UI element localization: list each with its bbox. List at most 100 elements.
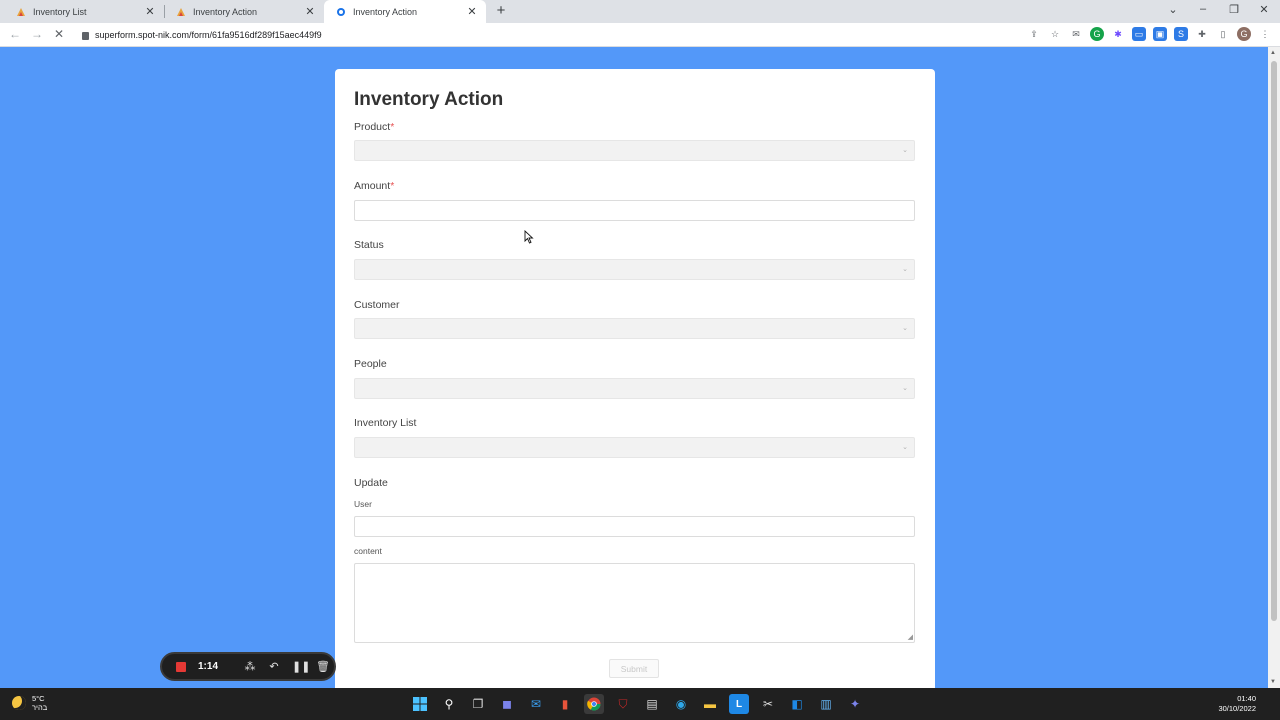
- page-scrollbar[interactable]: ▲ ▼: [1268, 47, 1280, 688]
- stop-recording-icon[interactable]: [176, 661, 186, 672]
- file-explorer-icon[interactable]: ▬: [700, 694, 720, 714]
- update-label: Update: [354, 477, 388, 489]
- tab-inventory-list[interactable]: Inventory List ✕: [4, 0, 164, 23]
- outlook-icon[interactable]: ◧: [787, 694, 807, 714]
- temperature: 5°C: [32, 694, 45, 703]
- clock-time: 01:40: [1237, 694, 1256, 703]
- mouse-cursor-icon: [524, 230, 534, 244]
- tab-inventory-action[interactable]: Inventory Action ✕: [164, 0, 324, 23]
- grid-icon[interactable]: ⁂: [244, 660, 256, 673]
- mail-icon[interactable]: ✉: [1069, 27, 1083, 41]
- people-label: People: [354, 358, 387, 370]
- new-tab-icon[interactable]: +: [492, 2, 510, 19]
- content-textarea[interactable]: ◢: [354, 563, 915, 643]
- star-icon[interactable]: ☆: [1048, 27, 1062, 41]
- chevron-down-icon: ⌄: [902, 266, 908, 273]
- grammarly-icon[interactable]: G: [1090, 27, 1104, 41]
- customer-select[interactable]: ⌄: [354, 318, 915, 339]
- scroll-thumb[interactable]: [1271, 61, 1277, 621]
- undo-icon[interactable]: ↶: [268, 660, 280, 673]
- share-icon[interactable]: ⇪: [1027, 27, 1041, 41]
- l-app-icon[interactable]: L: [729, 694, 749, 714]
- customer-label: Customer: [354, 299, 400, 311]
- sidebar-icon[interactable]: ▯: [1216, 27, 1230, 41]
- weather-text: בהיר: [32, 703, 48, 712]
- amount-label: Amount*: [354, 180, 395, 192]
- chat-icon[interactable]: ◼: [497, 694, 517, 714]
- people-select[interactable]: ⌄: [354, 378, 915, 399]
- office-icon[interactable]: ▮: [555, 694, 575, 714]
- pause-icon[interactable]: ❚❚: [292, 660, 310, 673]
- app-favicon-icon: [176, 7, 186, 17]
- chevron-down-icon[interactable]: ⌄: [1165, 3, 1181, 16]
- page-title: Inventory Action: [354, 89, 504, 110]
- page-viewport: Inventory Action Product* ⌄ Amount* Stat…: [0, 47, 1268, 688]
- browser-toolbar: ← → ✕ superform.spot-nik.com/form/61fa95…: [0, 23, 1280, 47]
- tab-title: Inventory List: [33, 6, 87, 17]
- lock-icon: [82, 32, 89, 40]
- system-clock[interactable]: 01:40 30/10/2022: [1218, 694, 1256, 714]
- gear-extension-icon[interactable]: ✱: [1111, 27, 1125, 41]
- zoom-extension-icon[interactable]: ▭: [1132, 27, 1146, 41]
- avatar[interactable]: G: [1237, 27, 1251, 41]
- status-label: Status: [354, 239, 384, 251]
- restore-icon[interactable]: ❐: [1226, 3, 1242, 16]
- trash-icon[interactable]: 🗑: [316, 660, 330, 673]
- stop-loading-icon[interactable]: ✕: [52, 27, 66, 41]
- form-card: Inventory Action Product* ⌄ Amount* Stat…: [335, 69, 935, 688]
- mail-app-icon[interactable]: ✉: [526, 694, 546, 714]
- teams-icon[interactable]: ✦: [845, 694, 865, 714]
- taskbar-apps: ⚲ ❐ ◼ ✉ ▮ ⛉ ▤ ◉ ▬ L ✂ ◧ ▥ ✦: [410, 694, 865, 714]
- weather-widget[interactable]: 5°C בהיר: [12, 694, 47, 712]
- tab-title: Inventory Action: [193, 6, 258, 17]
- address-bar[interactable]: superform.spot-nik.com/form/61fa9516df28…: [74, 25, 1034, 45]
- screen-extension-icon[interactable]: ▣: [1153, 27, 1167, 41]
- inventory-list-select[interactable]: ⌄: [354, 437, 915, 458]
- chevron-down-icon: ⌄: [902, 147, 908, 154]
- tab-inventory-action-active[interactable]: Inventory Action ✕: [324, 0, 486, 23]
- snipping-tool-icon[interactable]: ✂: [758, 694, 778, 714]
- windows-start-icon[interactable]: [410, 694, 430, 714]
- scroll-up-icon[interactable]: ▲: [1270, 50, 1276, 56]
- mcafee-icon[interactable]: ⛉: [613, 694, 633, 714]
- close-window-icon[interactable]: ✕: [1256, 3, 1272, 16]
- content-label: content: [354, 546, 382, 556]
- loading-icon: [336, 7, 346, 17]
- submit-button[interactable]: Submit: [609, 659, 659, 678]
- tab-strip: Inventory List ✕ Inventory Action ✕ Inve…: [0, 0, 1280, 23]
- minimize-icon[interactable]: –: [1195, 3, 1211, 15]
- taskbar: 5°C בהיר ⚲ ❐ ◼ ✉ ▮ ⛉ ▤ ◉ ▬ L ✂ ◧ ▥ ✦ 01:…: [0, 688, 1280, 720]
- close-icon[interactable]: ✕: [304, 5, 316, 18]
- s-extension-icon[interactable]: S: [1174, 27, 1188, 41]
- more-menu-icon[interactable]: ⋮: [1258, 27, 1272, 41]
- search-icon[interactable]: ⚲: [439, 694, 459, 714]
- close-icon[interactable]: ✕: [466, 5, 478, 18]
- resize-handle-icon[interactable]: ◢: [908, 633, 913, 641]
- forward-icon[interactable]: →: [30, 27, 44, 41]
- moon-icon: [12, 696, 26, 710]
- chevron-down-icon: ⌄: [902, 325, 908, 332]
- recording-time: 1:14: [198, 661, 219, 672]
- user-label: User: [354, 499, 372, 509]
- url-text: superform.spot-nik.com/form/61fa9516df28…: [95, 30, 322, 40]
- chrome-icon[interactable]: [584, 694, 604, 714]
- tab-title: Inventory Action: [353, 6, 418, 17]
- chevron-down-icon: ⌄: [902, 444, 908, 451]
- scroll-down-icon[interactable]: ▼: [1270, 679, 1276, 685]
- back-icon[interactable]: ←: [8, 27, 22, 41]
- product-select[interactable]: ⌄: [354, 140, 915, 161]
- extension-bar: ⇪ ☆ ✉ G ✱ ▭ ▣ S ✚ ▯ G ⋮: [1027, 27, 1272, 41]
- amount-input[interactable]: [354, 200, 915, 221]
- notepad-icon[interactable]: ▥: [816, 694, 836, 714]
- app-favicon-icon: [16, 7, 26, 17]
- inventory-list-label: Inventory List: [354, 417, 417, 429]
- puzzle-icon[interactable]: ✚: [1195, 27, 1209, 41]
- status-select[interactable]: ⌄: [354, 259, 915, 280]
- store-icon[interactable]: ▤: [642, 694, 662, 714]
- edge-icon[interactable]: ◉: [671, 694, 691, 714]
- screen-recorder-widget: 1:14 ⁂ ↶ ❚❚ 🗑: [160, 652, 336, 681]
- clock-date: 30/10/2022: [1218, 704, 1256, 713]
- close-icon[interactable]: ✕: [144, 5, 156, 18]
- task-view-icon[interactable]: ❐: [468, 694, 488, 714]
- user-input[interactable]: [354, 516, 915, 537]
